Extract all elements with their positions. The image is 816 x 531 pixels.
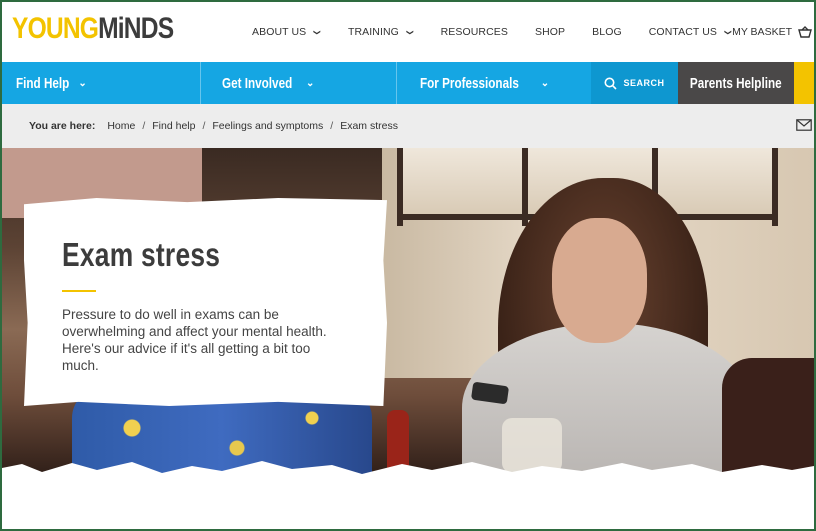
- hero-intro: Pressure to do well in exams can be over…: [62, 307, 327, 373]
- chevron-down-icon: ⌄: [306, 77, 315, 89]
- search-label: SEARCH: [623, 78, 665, 88]
- nav-label: For Professionals: [420, 74, 519, 92]
- logo-young: YOUNG: [12, 12, 99, 45]
- nav-find-help[interactable]: Find Help ⌄: [16, 62, 87, 104]
- top-nav-label: RESOURCES: [440, 26, 508, 38]
- nav-label: Get Involved: [222, 74, 293, 92]
- yellow-tab[interactable]: [794, 62, 814, 104]
- breadcrumb-find-help[interactable]: Find help: [152, 120, 195, 132]
- top-nav-contact-us[interactable]: CONTACT US ❯: [648, 26, 733, 38]
- top-header: YOUNG MiNDS ABOUT US ❯ TRAINING ❯ RESOURC…: [2, 2, 814, 62]
- email-share-icon[interactable]: [796, 119, 812, 131]
- top-nav-shop[interactable]: SHOP: [535, 26, 565, 38]
- chevron-down-icon: ❯: [724, 28, 733, 36]
- top-nav-label: ABOUT US: [252, 26, 307, 38]
- top-nav-label: SHOP: [535, 26, 566, 38]
- page-title: Exam stress: [62, 236, 221, 273]
- top-nav-training[interactable]: TRAINING ❯: [348, 26, 414, 38]
- hero-card: Exam stress Pressure to do well in exams…: [24, 198, 387, 406]
- main-nav: Find Help ⌄ Get Involved ⌄ For Professio…: [2, 62, 814, 104]
- nav-get-involved[interactable]: Get Involved ⌄: [222, 62, 314, 104]
- chevron-down-icon: ❯: [313, 28, 322, 36]
- my-basket-link[interactable]: MY BASKET: [732, 2, 812, 62]
- nav-divider: [396, 62, 397, 104]
- search-button[interactable]: SEARCH: [591, 62, 678, 104]
- basket-icon: [798, 26, 812, 38]
- search-icon: [604, 77, 618, 90]
- top-nav-about-us[interactable]: ABOUT US ❯: [252, 26, 322, 38]
- breadcrumb-prefix: You are here:: [29, 120, 96, 132]
- nav-label: Find Help: [16, 74, 70, 92]
- chevron-down-icon: ⌄: [540, 77, 550, 89]
- breadcrumb-separator: /: [330, 120, 334, 132]
- breadcrumb-exam-stress: Exam stress: [340, 120, 398, 132]
- chevron-down-icon: ❯: [406, 28, 415, 36]
- top-nav-resources[interactable]: RESOURCES: [441, 26, 508, 38]
- breadcrumb-separator: /: [202, 120, 206, 132]
- breadcrumb-separator: /: [142, 120, 146, 132]
- parents-helpline-button[interactable]: Parents Helpline: [678, 62, 794, 104]
- top-nav-label: TRAINING: [347, 26, 399, 38]
- top-nav-label: BLOG: [592, 26, 622, 38]
- content-area: [2, 478, 814, 529]
- youngminds-logo[interactable]: YOUNG MiNDS: [12, 12, 174, 50]
- nav-for-professionals[interactable]: For Professionals ⌄: [420, 62, 549, 104]
- top-nav-blog[interactable]: BLOG: [592, 26, 622, 38]
- logo-minds: MiNDS: [98, 12, 174, 45]
- breadcrumb: You are here: Home / Find help / Feeling…: [2, 104, 814, 148]
- breadcrumb-feelings-and-symptoms[interactable]: Feelings and symptoms: [212, 120, 323, 132]
- chevron-down-icon: ⌄: [78, 77, 87, 89]
- top-nav-label: CONTACT US: [648, 26, 718, 38]
- nav-divider: [200, 62, 201, 104]
- top-nav: ABOUT US ❯ TRAINING ❯ RESOURCES SHOP BLO…: [252, 2, 759, 62]
- basket-label: MY BASKET: [732, 26, 792, 38]
- title-underline: [62, 290, 96, 292]
- helpline-label: Parents Helpline: [690, 74, 782, 92]
- page-frame: YOUNG MiNDS ABOUT US ❯ TRAINING ❯ RESOURC…: [0, 0, 816, 531]
- breadcrumb-home[interactable]: Home: [107, 120, 135, 132]
